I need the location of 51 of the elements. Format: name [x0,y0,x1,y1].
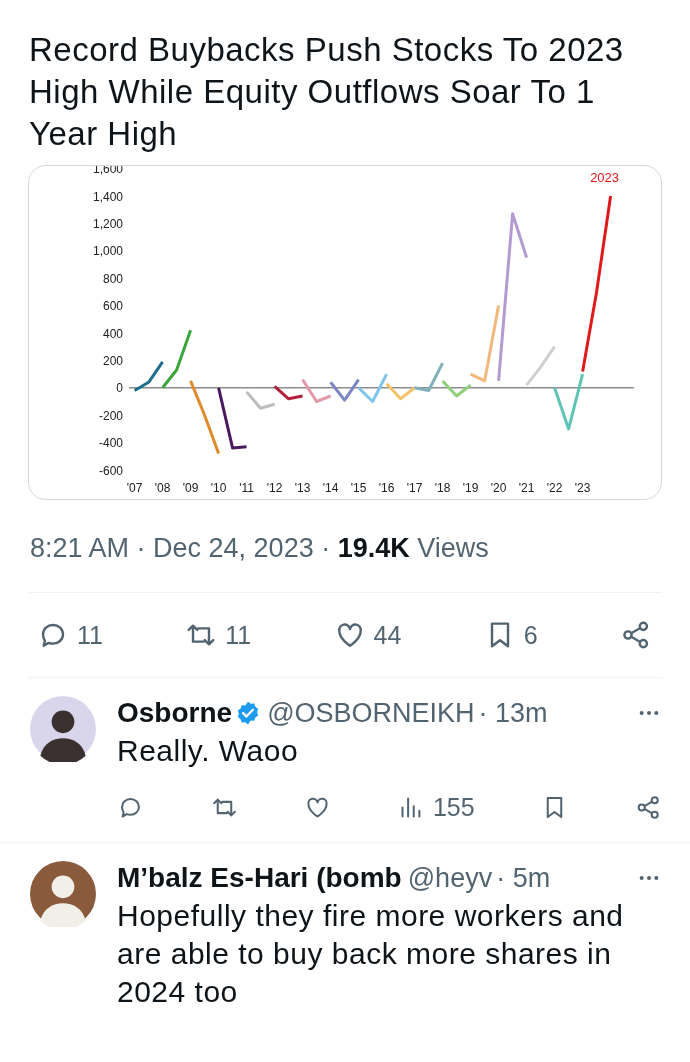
axis-tick-label: '10 [210,481,227,495]
reply-button[interactable]: 11 [37,619,103,651]
axis-tick-label: 800 [102,271,123,286]
axis-tick-label: '16 [378,481,395,495]
reply-text: Hopefully they fire more workers and are able to buy back more shares in 2024 too [117,898,625,1010]
axis-tick-label: 400 [102,326,123,341]
avatar [30,861,96,927]
axis-tick-label: '11 [239,481,254,495]
axis-tick-label: 1,200 [92,216,123,231]
user-handle[interactable]: @OSBORNEIKH [267,697,475,729]
axis-tick-label: '09 [182,481,199,495]
axis-tick-label: 1,400 [92,189,123,204]
axis-tick-label: 200 [102,353,123,368]
axis-tick-label: '19 [462,481,479,495]
repost-button[interactable]: 11 [185,619,252,651]
post-time: · 13m [478,697,548,729]
axis-tick-label: '13 [294,481,311,495]
axis-tick-label: -400 [98,436,123,451]
axis-tick-label: '21 [518,481,535,495]
axis-tick-label: 600 [102,299,123,314]
axis-tick-label: '23 [574,481,591,495]
post-title: Record Buybacks Push Stocks To 2023 High While Equity Outflows Soar To 1 Year High [29,30,625,154]
share-button[interactable] [635,793,662,821]
series-label: 2023 [590,170,620,185]
axis-tick-label: '07 [126,481,143,495]
axis-tick-label: 0 [116,381,123,396]
reply-text: Really. Waoo [117,733,300,769]
axis-tick-label: '17 [406,481,423,495]
avatar [30,696,96,762]
post-time: · 5m [496,862,551,894]
axis-tick-label: '08 [154,481,171,495]
axis-tick-label: -600 [98,463,123,478]
bookmark-button[interactable]: 6 [483,619,538,651]
user-name[interactable]: Osborne [117,697,233,729]
axis-tick-label: '12 [266,481,283,495]
user-name[interactable]: M’balz Es-Hari (bomb [117,862,402,894]
axis-tick-label: '15 [350,481,367,495]
axis-tick-label: '20 [490,481,507,495]
post-timestamp: 8:21 AM · Dec 24, 2023 · 19.4K Views [30,532,490,565]
data-line [329,378,360,402]
axis-tick-label: 1,000 [92,244,123,259]
share-icon [635,793,662,821]
axis-tick-label: '14 [322,481,339,495]
axis-tick-label: '18 [434,481,451,495]
more-icon[interactable] [638,709,660,717]
user-handle[interactable]: @heyv [407,862,493,894]
axis-tick-label: '22 [546,481,563,495]
like-button[interactable]: 44 [333,619,402,651]
more-icon[interactable] [638,874,660,882]
views-button[interactable]: 155 [397,792,475,822]
axis-tick-label: -200 [98,408,123,423]
